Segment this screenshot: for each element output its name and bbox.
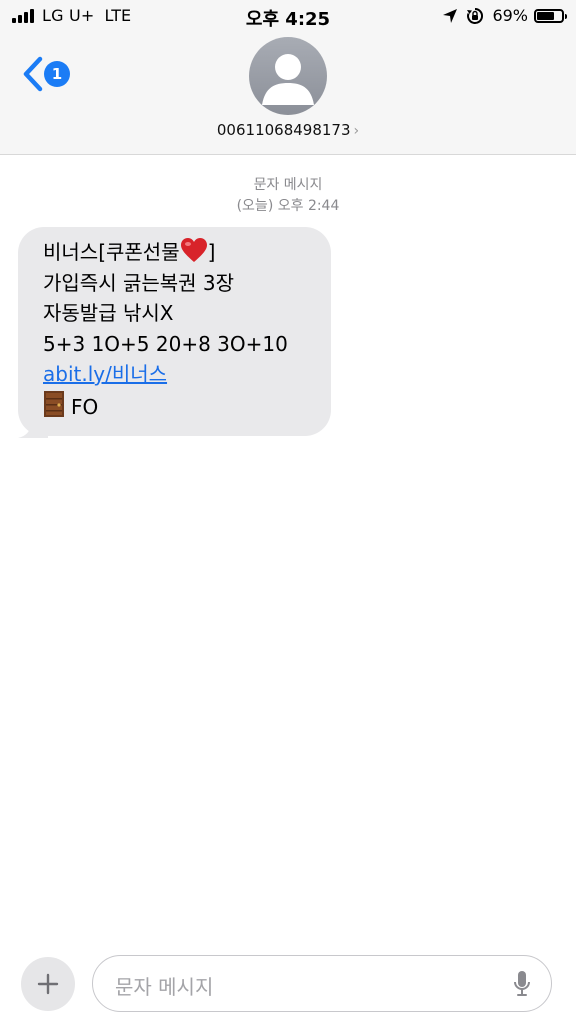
avatar[interactable] xyxy=(249,37,327,115)
message-line-1: 비너스[쿠폰선물 xyxy=(43,240,180,264)
message-timestamp: (오늘) 오후 2:44 xyxy=(236,198,340,214)
battery-fill xyxy=(537,11,554,20)
rotation-lock-icon xyxy=(467,7,484,24)
message-type-label: 문자 메시지 xyxy=(253,177,323,193)
message-line-4: 5+3 1O+5 20+8 3O+10 xyxy=(43,331,288,356)
plus-icon xyxy=(37,973,59,995)
battery-icon xyxy=(534,8,567,23)
door-emoji-icon xyxy=(44,390,64,417)
contact-number-text: 00611068498173 xyxy=(216,121,351,139)
unread-badge: 1 xyxy=(44,61,70,87)
message-line-2: 가입즉시 긁는복권 3장 xyxy=(43,270,235,295)
chevron-left-icon xyxy=(23,56,43,92)
heart-emoji-icon xyxy=(180,238,207,262)
message-line-1-end: ] xyxy=(207,240,216,264)
message-input-placeholder: 문자 메시지 xyxy=(115,975,214,999)
message-line: 비너스[쿠폰선물] xyxy=(43,237,311,268)
chevron-right-icon: › xyxy=(353,123,360,139)
message-line-3: 자동발급 낚시X xyxy=(43,301,174,325)
message-bubble[interactable]: 비너스[쿠폰선물] 가입즉시 긁는복권 3장 자동발급 낚시X 5+3 1O+5… xyxy=(18,227,331,436)
contact-number[interactable]: 00611068498173 › xyxy=(0,121,576,139)
message-input[interactable]: 문자 메시지 xyxy=(92,955,552,1012)
back-button[interactable]: 1 xyxy=(22,56,70,92)
message-line-6: FO xyxy=(71,394,99,419)
message-bubble-wrap: 비너스[쿠폰선물] 가입즉시 긁는복권 3장 자동발급 낚시X 5+3 1O+5… xyxy=(18,227,331,438)
person-icon xyxy=(262,54,314,105)
message-link[interactable]: abit.ly/비너스 xyxy=(43,362,167,386)
apps-plus-button[interactable] xyxy=(21,957,75,1011)
battery-percent: 69% xyxy=(492,6,528,25)
status-bar: LG U+ LTE 오후 4:25 69% xyxy=(0,0,576,34)
message-line: FO xyxy=(43,390,311,423)
status-right: 69% xyxy=(442,6,567,25)
location-arrow-icon xyxy=(443,8,458,23)
microphone-icon[interactable] xyxy=(513,970,531,998)
